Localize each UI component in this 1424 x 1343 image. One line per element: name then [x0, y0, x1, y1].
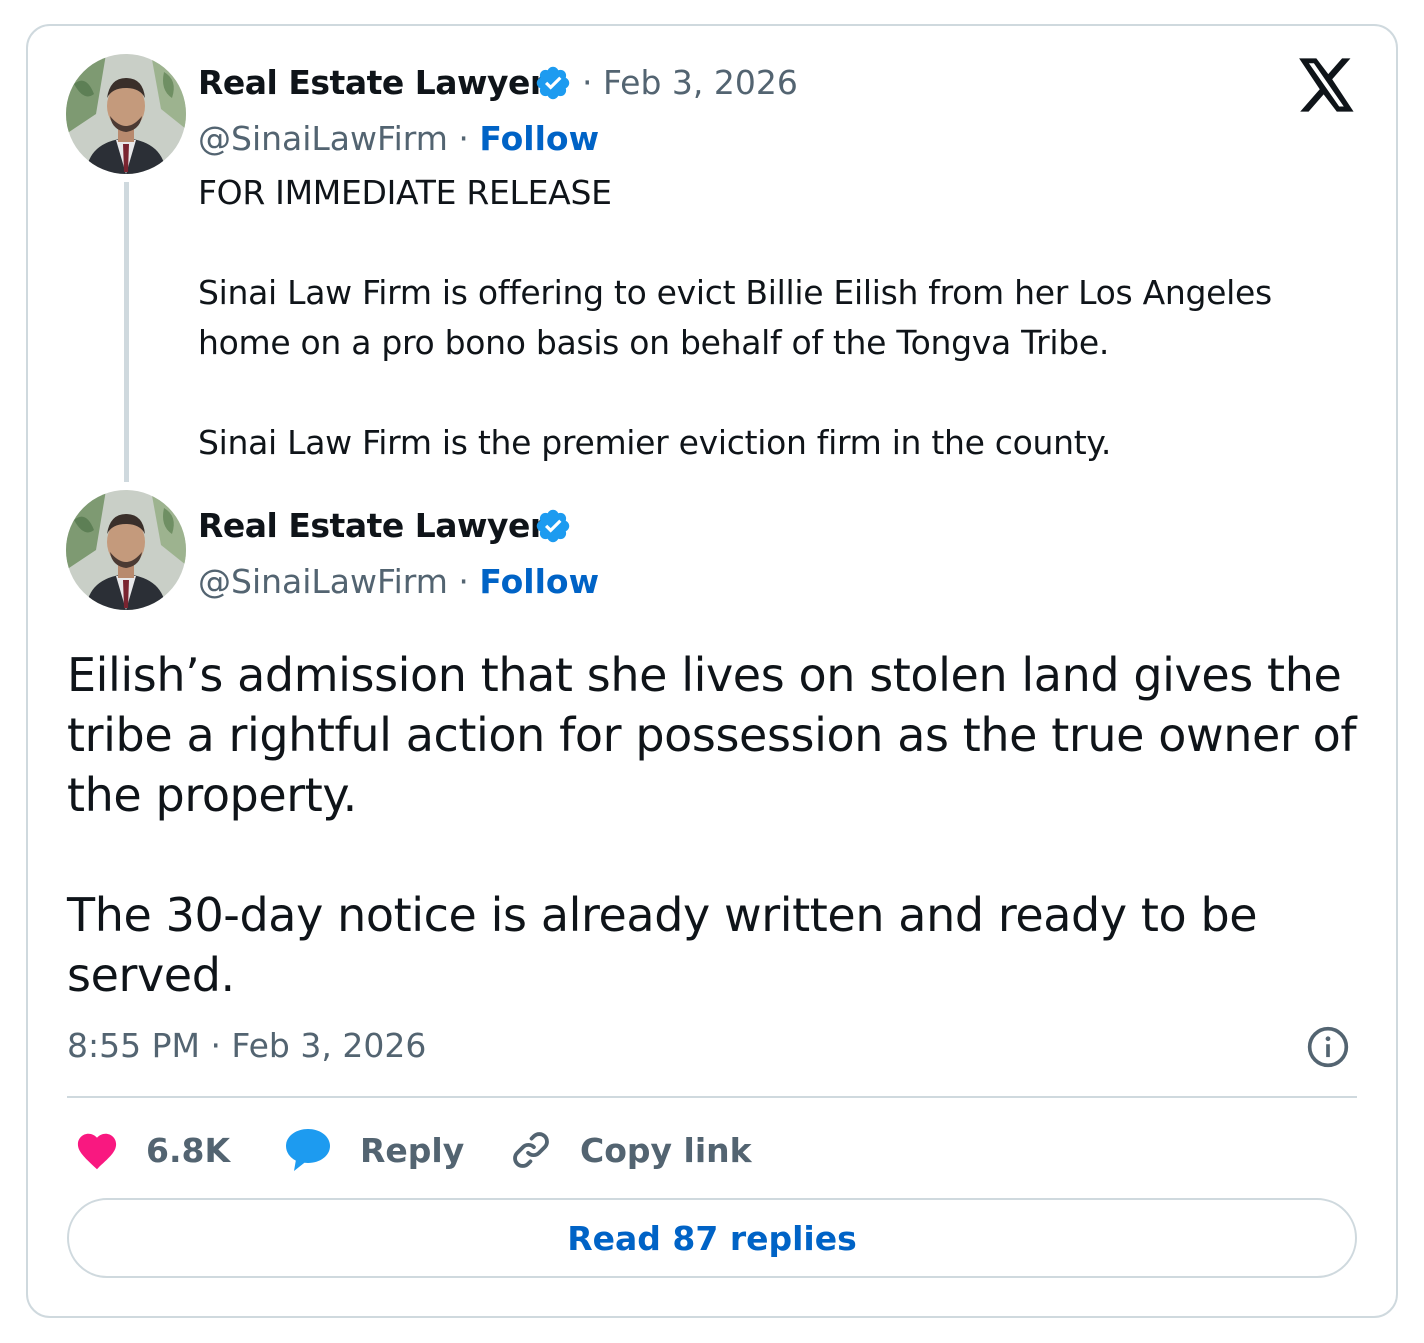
quoted-author-handle[interactable]: @SinaiLawFirm	[198, 119, 448, 158]
author-avatar[interactable]	[66, 490, 186, 610]
tweet-paragraph: Eilish’s admission that she lives on sto…	[67, 648, 1357, 822]
follow-link[interactable]: Follow	[479, 562, 599, 601]
info-icon[interactable]	[1306, 1025, 1350, 1069]
quoted-author-avatar[interactable]	[66, 54, 186, 174]
quoted-paragraph: FOR IMMEDIATE RELEASE	[198, 173, 612, 212]
quoted-tweet-text: FOR IMMEDIATE RELEASE Sinai Law Firm is …	[198, 168, 1328, 468]
quoted-author-handle-row: @SinaiLawFirm · Follow	[198, 119, 599, 158]
reply-button[interactable]: Reply	[360, 1131, 464, 1170]
author-handle-row: @SinaiLawFirm · Follow	[198, 562, 599, 601]
tweet-timestamp[interactable]: 8:55 PM · Feb 3, 2026	[67, 1026, 426, 1065]
link-icon[interactable]	[508, 1127, 554, 1173]
quoted-paragraph: Sinai Law Firm is the premier eviction f…	[198, 423, 1112, 462]
verified-badge-icon	[536, 66, 570, 100]
like-count[interactable]: 6.8K	[146, 1131, 230, 1170]
verified-badge-icon	[536, 509, 570, 543]
tweet-paragraph: The 30-day notice is already written and…	[67, 888, 1258, 1002]
quoted-paragraph: Sinai Law Firm is offering to evict Bill…	[198, 273, 1272, 362]
copy-link-button[interactable]: Copy link	[580, 1131, 752, 1170]
quoted-follow-link[interactable]: Follow	[479, 119, 599, 158]
author-handle[interactable]: @SinaiLawFirm	[198, 562, 448, 601]
separator-dot: ·	[458, 119, 469, 158]
thread-connector-line	[124, 182, 129, 482]
read-replies-button[interactable]: Read 87 replies	[67, 1198, 1357, 1278]
author-name[interactable]: Real Estate Lawyer	[198, 506, 546, 545]
tweet-text: Eilish’s admission that she lives on sto…	[67, 645, 1367, 1005]
heart-icon[interactable]	[74, 1128, 120, 1170]
x-logo-icon[interactable]	[1298, 58, 1356, 112]
separator-dot: ·	[458, 562, 469, 601]
speech-bubble-icon[interactable]	[284, 1126, 332, 1172]
divider	[67, 1096, 1357, 1098]
quoted-author-name[interactable]: Real Estate Lawyer	[198, 63, 546, 102]
quoted-tweet-date[interactable]: · Feb 3, 2026	[582, 63, 798, 102]
